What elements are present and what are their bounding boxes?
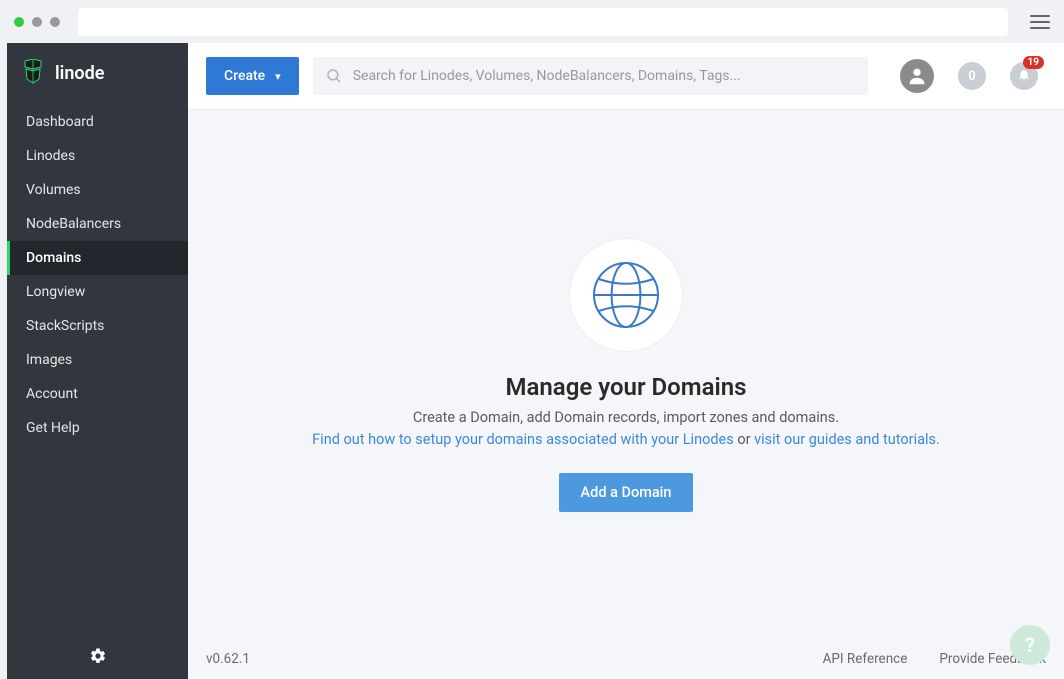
setup-domains-link[interactable]: Find out how to setup your domains assoc… <box>312 431 734 448</box>
window-minimize-dot[interactable] <box>32 17 42 27</box>
search-icon <box>325 67 343 85</box>
globe-icon <box>586 255 666 335</box>
gear-icon[interactable] <box>89 647 107 665</box>
create-button-label: Create <box>224 68 265 84</box>
window-controls <box>14 17 60 27</box>
credit-badge[interactable]: 0 <box>958 62 986 90</box>
window-maximize-dot[interactable] <box>50 17 60 27</box>
brand-name: linode <box>55 63 104 84</box>
globe-illustration <box>570 239 682 351</box>
sidebar-item-get-help[interactable]: Get Help <box>7 411 188 445</box>
chevron-down-icon: ▾ <box>275 70 281 83</box>
version-text: v0.62.1 <box>206 651 250 667</box>
sidebar-item-stackscripts[interactable]: StackScripts <box>7 309 188 343</box>
empty-state-subline: Create a Domain, add Domain records, imp… <box>312 407 940 451</box>
help-fab[interactable]: ? <box>1010 625 1050 665</box>
sidebar-nav: Dashboard Linodes Volumes NodeBalancers … <box>7 105 188 633</box>
notification-count: 19 <box>1023 56 1044 69</box>
sidebar-item-domains[interactable]: Domains <box>7 241 188 275</box>
sidebar-item-account[interactable]: Account <box>7 377 188 411</box>
main: Create ▾ 0 <box>188 43 1064 679</box>
notification-button[interactable]: 19 <box>1010 62 1038 90</box>
topbar-icons: 0 19 <box>900 59 1038 93</box>
sidebar-item-volumes[interactable]: Volumes <box>7 173 188 207</box>
avatar[interactable] <box>900 59 934 93</box>
sidebar-item-nodebalancers[interactable]: NodeBalancers <box>7 207 188 241</box>
linode-logo-icon <box>21 59 45 87</box>
sidebar-item-linodes[interactable]: Linodes <box>7 139 188 173</box>
browser-chrome <box>0 0 1064 43</box>
guides-link[interactable]: visit our guides and tutorials. <box>754 431 940 448</box>
search-input[interactable] <box>353 68 856 84</box>
window-close-dot[interactable] <box>14 17 24 27</box>
sidebar-item-dashboard[interactable]: Dashboard <box>7 105 188 139</box>
sidebar-item-images[interactable]: Images <box>7 343 188 377</box>
search-wrapper[interactable] <box>313 57 868 95</box>
sidebar-item-longview[interactable]: Longview <box>7 275 188 309</box>
app-container: linode Dashboard Linodes Volumes NodeBal… <box>0 43 1064 679</box>
api-reference-link[interactable]: API Reference <box>823 651 908 667</box>
empty-state: Manage your Domains Create a Domain, add… <box>188 110 1064 641</box>
url-bar[interactable] <box>78 8 1008 36</box>
footer: v0.62.1 API Reference Provide Feedback <box>188 641 1064 679</box>
add-domain-button[interactable]: Add a Domain <box>559 473 694 512</box>
topbar: Create ▾ 0 <box>188 43 1064 110</box>
sidebar-footer <box>7 633 188 679</box>
create-button[interactable]: Create ▾ <box>206 57 299 95</box>
brand[interactable]: linode <box>7 43 188 105</box>
empty-state-headline: Manage your Domains <box>506 373 747 401</box>
subline-text-1: Create a Domain, add Domain records, imp… <box>413 409 839 426</box>
or-text: or <box>734 431 754 448</box>
sidebar: linode Dashboard Linodes Volumes NodeBal… <box>7 43 188 679</box>
browser-menu-icon[interactable] <box>1030 12 1050 32</box>
